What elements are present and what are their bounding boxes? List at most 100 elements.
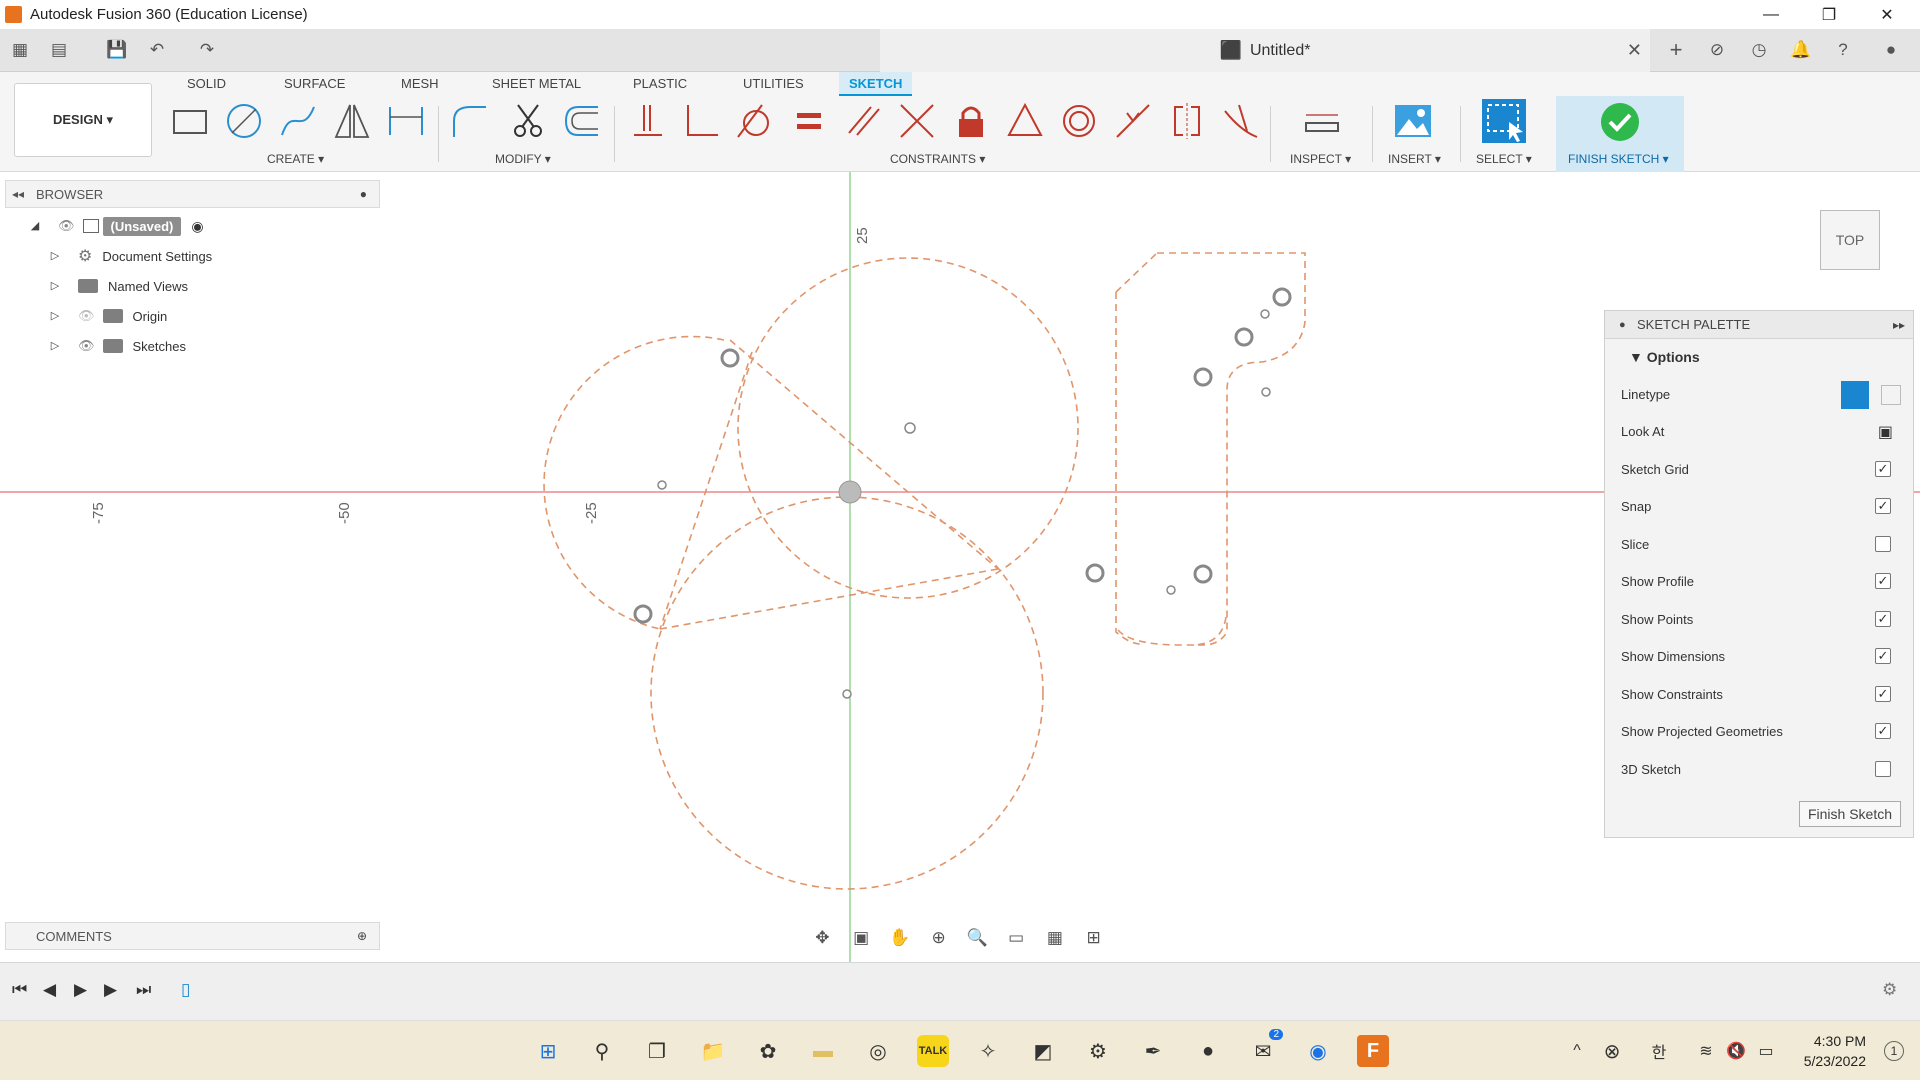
expand-triangle-icon[interactable]: ▷ bbox=[48, 309, 62, 323]
fit-zoom-icon[interactable]: 🔍 bbox=[963, 925, 992, 951]
browser-pin-icon[interactable]: ● bbox=[360, 187, 367, 201]
fillet-tool-icon[interactable] bbox=[450, 101, 490, 141]
viewcube[interactable]: TOP bbox=[1820, 210, 1880, 270]
status-x-icon[interactable]: ⊗ bbox=[1596, 1035, 1628, 1067]
hidden-eye-icon[interactable]: 👁 bbox=[78, 308, 95, 324]
step-forward-icon[interactable]: ▶ bbox=[104, 980, 117, 1000]
zoom-icon[interactable]: ⊕ bbox=[924, 925, 953, 951]
look-at-icon[interactable]: ▣ bbox=[1878, 422, 1893, 442]
section-collapse-icon[interactable]: ▼ bbox=[1629, 349, 1647, 365]
file-menu-icon[interactable]: ▤ bbox=[48, 39, 70, 61]
display-settings-icon[interactable]: ▭ bbox=[1002, 925, 1031, 951]
restore-button[interactable]: ❐ bbox=[1800, 0, 1858, 29]
go-to-end-icon[interactable]: ⏭ bbox=[136, 980, 151, 1000]
kakaotalk-icon[interactable]: TALK bbox=[917, 1035, 949, 1067]
new-tab-plus-icon[interactable]: + bbox=[1665, 39, 1687, 61]
pan-hand-icon[interactable]: ✋ bbox=[886, 925, 915, 951]
tab-solid[interactable]: SOLID bbox=[187, 72, 226, 96]
job-status-icon[interactable]: ◷ bbox=[1748, 39, 1770, 61]
viewports-icon[interactable]: ⊞ bbox=[1079, 925, 1108, 951]
ime-korean-icon[interactable]: 한 bbox=[1643, 1035, 1675, 1067]
show-projected-geometries-checkbox[interactable]: ✓ bbox=[1875, 723, 1891, 739]
browser-root-item[interactable]: ◢ 👁 (Unsaved) ◉ bbox=[28, 213, 204, 239]
offset-tool-icon[interactable] bbox=[562, 101, 602, 141]
collapse-triangle-icon[interactable]: ◢ bbox=[28, 219, 42, 233]
fusion360-taskbar-icon[interactable]: F bbox=[1357, 1035, 1389, 1067]
task-view-icon[interactable]: ❐ bbox=[641, 1035, 673, 1067]
go-to-start-icon[interactable]: ⏮ bbox=[12, 980, 27, 1000]
expand-triangle-icon[interactable]: ▷ bbox=[48, 339, 62, 353]
save-icon[interactable]: 💾 bbox=[106, 39, 128, 61]
notification-count-badge[interactable]: 1 bbox=[1884, 1041, 1904, 1061]
insert-group-label[interactable]: INSERT ▾ bbox=[1388, 152, 1441, 166]
tab-sheet-metal[interactable]: SHEET METAL bbox=[492, 72, 581, 96]
select-cursor-icon[interactable] bbox=[1481, 98, 1527, 144]
create-group-label[interactable]: CREATE ▾ bbox=[267, 152, 324, 166]
coincident-constraint-icon[interactable] bbox=[628, 101, 668, 141]
perpendicular-constraint-icon[interactable] bbox=[682, 101, 722, 141]
redo-icon[interactable]: ↷ bbox=[196, 39, 218, 61]
obs-icon[interactable]: ● bbox=[1192, 1035, 1224, 1067]
mirror-tool-icon[interactable] bbox=[332, 101, 372, 141]
snap-checkbox[interactable]: ✓ bbox=[1875, 498, 1891, 514]
palette-expand-icon[interactable]: ▸▸ bbox=[1893, 318, 1905, 332]
linetype-construction-button[interactable] bbox=[1841, 381, 1869, 409]
rectangle-tool-icon[interactable] bbox=[170, 101, 210, 141]
finish-sketch-label[interactable]: FINISH SKETCH ▾ bbox=[1568, 152, 1669, 166]
equal-constraint-icon[interactable] bbox=[789, 101, 829, 141]
search-icon[interactable]: ⚲ bbox=[586, 1035, 618, 1067]
tab-utilities[interactable]: UTILITIES bbox=[743, 72, 804, 96]
close-tab-icon[interactable]: ✕ bbox=[1627, 40, 1642, 61]
volume-muted-icon[interactable]: 🔇 bbox=[1720, 1035, 1752, 1067]
timeline-settings-gear-icon[interactable]: ⚙ bbox=[1882, 980, 1897, 1000]
finish-sketch-button[interactable]: Finish Sketch bbox=[1799, 801, 1901, 827]
tab-mesh[interactable]: MESH bbox=[401, 72, 439, 96]
inspect-group-label[interactable]: INSPECT ▾ bbox=[1290, 152, 1351, 166]
wifi-icon[interactable]: ≋ bbox=[1690, 1035, 1722, 1067]
edge-icon[interactable]: ◉ bbox=[1302, 1035, 1334, 1067]
insert-image-icon[interactable] bbox=[1393, 101, 1433, 141]
windows-start-icon[interactable]: ⊞ bbox=[532, 1035, 564, 1067]
modify-group-label[interactable]: MODIFY ▾ bbox=[495, 152, 551, 166]
finish-sketch-group[interactable]: FINISH SKETCH ▾ bbox=[1556, 96, 1684, 172]
symmetric-constraint-icon[interactable] bbox=[1167, 101, 1207, 141]
step-back-icon[interactable]: ◀ bbox=[43, 980, 56, 1000]
sticky-notes-icon[interactable]: ◩ bbox=[1027, 1035, 1059, 1067]
sketch-grid-checkbox[interactable]: ✓ bbox=[1875, 461, 1891, 477]
visibility-eye-icon[interactable]: 👁 bbox=[58, 218, 75, 234]
collinear-constraint-icon[interactable] bbox=[897, 101, 937, 141]
sketch-palette-header[interactable]: ● SKETCH PALETTE ▸▸ bbox=[1605, 311, 1913, 339]
circle-tool-icon[interactable] bbox=[224, 101, 264, 141]
add-comment-icon[interactable]: ⊕ bbox=[357, 929, 367, 943]
settings-gear-icon[interactable]: ⚙ bbox=[1082, 1035, 1114, 1067]
palette-pin-icon[interactable]: ● bbox=[1619, 319, 1626, 331]
play-icon[interactable]: ▶ bbox=[74, 980, 87, 1000]
look-at-nav-icon[interactable]: ▣ bbox=[847, 925, 876, 951]
close-window-button[interactable]: ✕ bbox=[1858, 0, 1916, 29]
show-profile-checkbox[interactable]: ✓ bbox=[1875, 573, 1891, 589]
spline-tool-icon[interactable] bbox=[278, 101, 318, 141]
undo-icon[interactable]: ↶ bbox=[146, 39, 168, 61]
battery-icon[interactable]: ▭ bbox=[1750, 1035, 1782, 1067]
extensions-icon[interactable]: ⊘ bbox=[1706, 39, 1728, 61]
options-section-title[interactable]: ▼ Options bbox=[1629, 349, 1700, 365]
file-explorer-icon[interactable]: 📁 bbox=[697, 1035, 729, 1067]
show-dimensions-checkbox[interactable]: ✓ bbox=[1875, 648, 1891, 664]
timeline-sketch-marker-icon[interactable]: ▯ bbox=[181, 980, 190, 1000]
orbit-icon[interactable]: ✥ bbox=[808, 925, 837, 951]
document-tab[interactable]: ⬛ Untitled* ✕ bbox=[880, 29, 1650, 72]
3d-sketch-checkbox[interactable] bbox=[1875, 761, 1891, 777]
tab-plastic[interactable]: PLASTIC bbox=[633, 72, 687, 96]
slice-checkbox[interactable] bbox=[1875, 536, 1891, 552]
constraints-group-label[interactable]: CONSTRAINTS ▾ bbox=[890, 152, 985, 166]
fix-lock-icon[interactable] bbox=[951, 101, 991, 141]
app-icon[interactable]: ✧ bbox=[972, 1035, 1004, 1067]
browser-item-sketches[interactable]: ▷ 👁 Sketches bbox=[48, 333, 186, 359]
trim-scissors-icon[interactable] bbox=[508, 101, 548, 141]
finish-sketch-check-icon[interactable] bbox=[1600, 102, 1640, 142]
tab-sketch[interactable]: SKETCH bbox=[839, 72, 913, 96]
expand-triangle-icon[interactable]: ▷ bbox=[48, 249, 62, 263]
select-group-label[interactable]: SELECT ▾ bbox=[1476, 152, 1532, 166]
mail-icon[interactable]: ✉ 2 bbox=[1247, 1029, 1283, 1067]
notifications-bell-icon[interactable]: 🔔 bbox=[1790, 39, 1812, 61]
